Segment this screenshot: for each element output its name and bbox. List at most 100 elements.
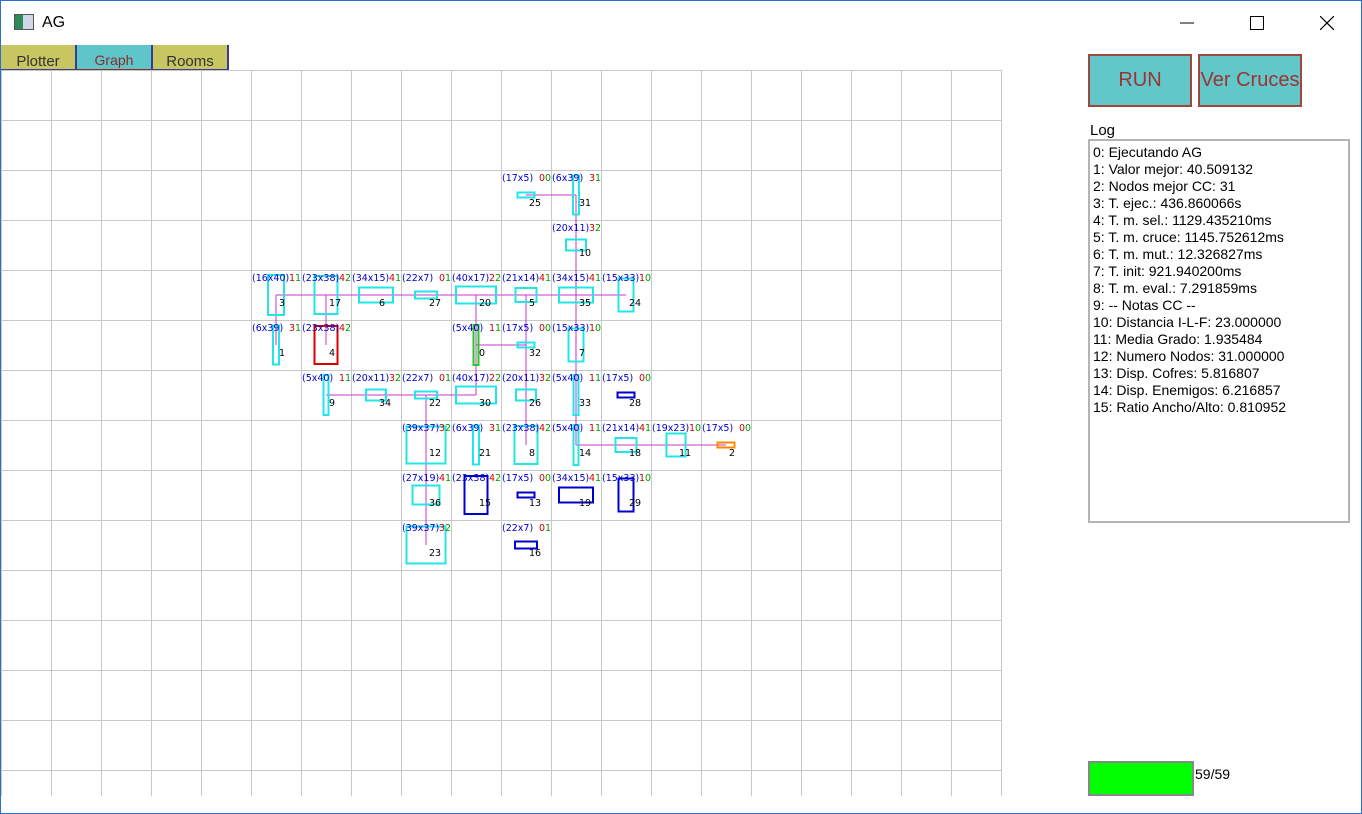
app-icon — [14, 14, 34, 30]
room-id-label: 24 — [629, 298, 641, 309]
room-count-b: 1 — [595, 373, 601, 384]
log-line: 12: Numero Nodos: 31.000000 — [1093, 348, 1285, 364]
room-id-label: 20 — [479, 298, 491, 309]
log-line: 11: Media Grado: 1.935484 — [1093, 331, 1263, 347]
log-line: 1: Valor mejor: 40.509132 — [1093, 161, 1254, 177]
room-count-b: 1 — [595, 423, 601, 434]
title-bar: AG — [1, 1, 1361, 45]
room-size-label: (19x23) — [652, 423, 689, 434]
room-count-b: 0 — [545, 473, 551, 484]
room-size-label: (15x33) — [552, 323, 589, 334]
room-count-b: 1 — [495, 423, 501, 434]
room-count-b: 2 — [545, 423, 551, 434]
room-count-b: 2 — [345, 273, 351, 284]
room-size-label: (22x7) — [402, 273, 433, 284]
progress-text: 59/59 — [1195, 766, 1231, 782]
log-line: 6: T. m. mut.: 12.326827ms — [1093, 246, 1263, 262]
run-button[interactable]: RUN — [1088, 54, 1192, 107]
maximize-icon[interactable] — [1222, 1, 1292, 45]
room-count-b: 1 — [345, 373, 351, 384]
room-count-b: 2 — [495, 373, 501, 384]
room-size-label: (5x40) — [302, 373, 333, 384]
close-icon[interactable] — [1292, 1, 1362, 45]
room-count-b: 1 — [595, 273, 601, 284]
room-id-label: 4 — [329, 348, 335, 359]
room-id-label: 1 — [279, 348, 285, 359]
room-size-label: (20x11) — [352, 373, 389, 384]
room-size-label: (15x33) — [602, 273, 639, 284]
room-size-label: (16x40) — [252, 273, 289, 284]
room-size-label: (17x5) — [502, 173, 533, 184]
room-size-label: (40x17) — [452, 273, 489, 284]
ver-cruces-button[interactable]: Ver Cruces — [1198, 54, 1302, 107]
room-id-label: 16 — [529, 548, 541, 559]
room-id-label: 8 — [529, 448, 535, 459]
room-node — [516, 491, 536, 499]
room-count-b: 0 — [595, 323, 601, 334]
room-id-label: 2 — [729, 448, 735, 459]
log-textarea[interactable]: 0: Ejecutando AG 1: Valor mejor: 40.50913… — [1088, 139, 1350, 523]
room-size-label: (21x14) — [602, 423, 639, 434]
room-id-label: 27 — [429, 298, 441, 309]
log-line: 10: Distancia I-L-F: 23.000000 — [1093, 314, 1282, 330]
room-id-label: 11 — [679, 448, 691, 459]
room-size-label: (15x33) — [602, 473, 639, 484]
room-count-b: 2 — [395, 373, 401, 384]
room-id-label: 28 — [629, 398, 641, 409]
room-size-label: (17x5) — [602, 373, 633, 384]
minimize-icon[interactable] — [1152, 1, 1222, 45]
room-size-label: (6x39) — [552, 173, 583, 184]
room-id-label: 6 — [379, 298, 385, 309]
room-size-label: (17x5) — [502, 323, 533, 334]
room-id-label: 33 — [579, 398, 591, 409]
room-size-label: (17x5) — [502, 473, 533, 484]
room-id-label: 26 — [529, 398, 541, 409]
graph-svg: 25(17x5) 0 031(6x39) 3 110(20x11) 3 23(16x40) 1… — [1, 70, 1002, 796]
room-size-label: (27x19) — [402, 473, 439, 484]
room-size-label: (22x7) — [502, 523, 533, 534]
room-id-label: 30 — [479, 398, 491, 409]
room-count-b: 2 — [345, 323, 351, 334]
room-count-b: 2 — [495, 473, 501, 484]
log-line: 8: T. m. eval.: 7.291859ms — [1093, 280, 1257, 296]
room-count-b: 0 — [645, 373, 651, 384]
room-id-label: 21 — [479, 448, 491, 459]
tab-graph[interactable]: Graph — [77, 45, 153, 71]
room-node — [616, 391, 636, 399]
room-size-label: (6x39) — [252, 323, 283, 334]
graph-canvas[interactable]: 25 (17x5) 0 0 31 (6x39) 3 1 10 (20x11) 3 2 3 (16x40) 1… — [1, 70, 1002, 796]
room-id-label: 36 — [429, 498, 441, 509]
room-id-label: 34 — [379, 398, 391, 409]
app-window: AG Plotter Graph Rooms 25 (17x5) 0 0 31 (6x39… — [0, 0, 1362, 814]
room-count-b: 2 — [445, 423, 451, 434]
room-size-label: (34x15) — [552, 273, 589, 284]
room-id-label: 35 — [579, 298, 591, 309]
room-count-b: 1 — [595, 473, 601, 484]
room-count-b: 0 — [545, 173, 551, 184]
room-count-b: 1 — [595, 173, 601, 184]
room-count-b: 1 — [445, 273, 451, 284]
log-line: 5: T. m. cruce: 1145.752612ms — [1093, 229, 1284, 245]
room-count-b: 2 — [595, 223, 601, 234]
room-size-label: (20x11) — [502, 373, 539, 384]
room-id-label: 3 — [279, 298, 285, 309]
room-size-label: (23x38) — [302, 323, 339, 334]
room-count-b: 1 — [295, 273, 301, 284]
tab-plotter[interactable]: Plotter — [1, 45, 77, 71]
room-count-b: 0 — [545, 323, 551, 334]
room-size-label: (23x38) — [502, 423, 539, 434]
room-size-label: (34x15) — [352, 273, 389, 284]
room-size-label: (17x5) — [702, 423, 733, 434]
room-size-label: (23x38) — [302, 273, 339, 284]
log-line: 0: Ejecutando AG — [1093, 144, 1202, 160]
room-size-label: (39x37) — [402, 423, 439, 434]
tab-rooms[interactable]: Rooms — [153, 45, 229, 71]
room-size-label: (5x40) — [452, 323, 483, 334]
room-count-b: 0 — [695, 423, 701, 434]
room-id-label: 14 — [579, 448, 591, 459]
room-count-b: 1 — [445, 473, 451, 484]
log-line: 4: T. m. sel.: 1129.435210ms — [1093, 212, 1272, 228]
log-label: Log — [1090, 122, 1116, 139]
room-count-b: 2 — [445, 523, 451, 534]
room-size-label: (21x14) — [502, 273, 539, 284]
